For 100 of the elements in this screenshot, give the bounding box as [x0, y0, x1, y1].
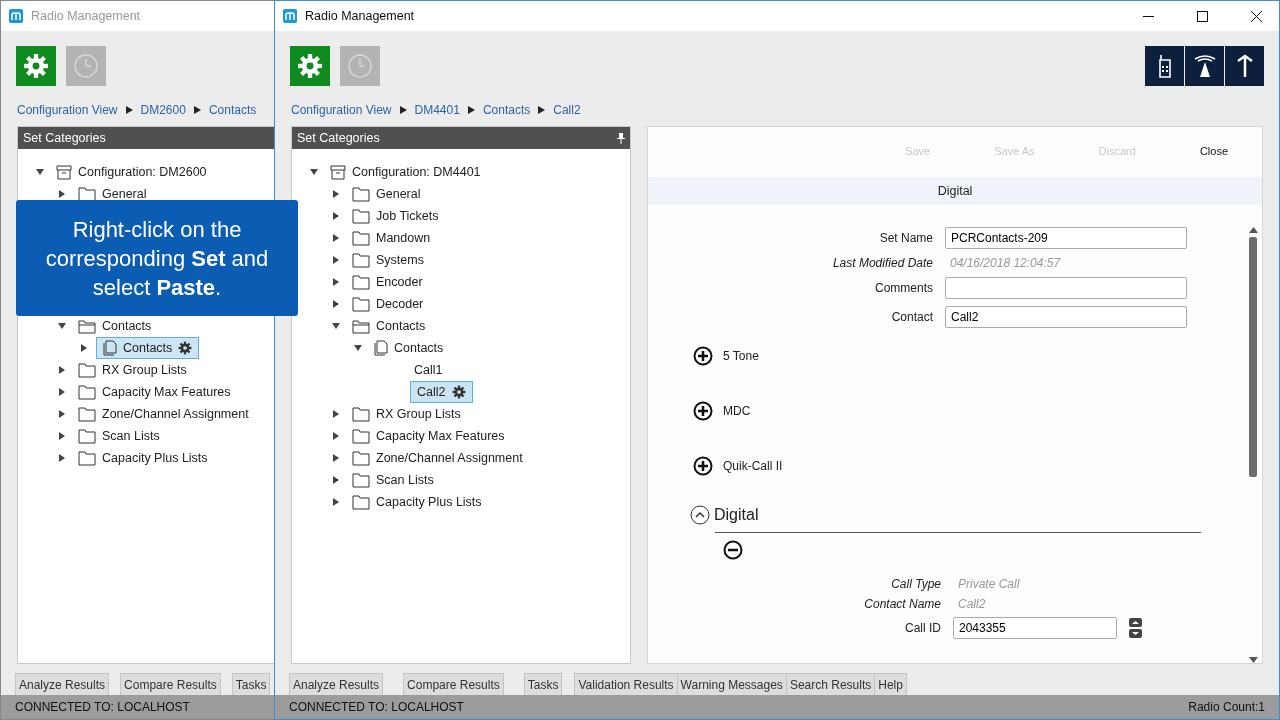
radio-count: Radio Count:1	[1188, 700, 1265, 714]
tower-button[interactable]	[1185, 46, 1224, 86]
expander-icon[interactable]	[58, 366, 66, 374]
expander-icon[interactable]	[58, 322, 66, 330]
collapse-icon[interactable]	[723, 540, 743, 560]
folder-icon	[352, 494, 370, 510]
bottom-tab[interactable]: Search Results	[785, 673, 876, 695]
expander-icon[interactable]	[332, 476, 340, 484]
scroll-up-icon[interactable]	[1248, 227, 1258, 233]
tree-item[interactable]: Capacity Plus Lists	[74, 447, 212, 469]
section-label[interactable]: MDC	[723, 404, 751, 418]
bottom-tab[interactable]: Compare Results	[120, 673, 221, 695]
document-icon	[374, 340, 388, 356]
bottom-tab[interactable]: Compare Results	[403, 673, 504, 695]
breadcrumb-link[interactable]: Configuration View	[17, 102, 118, 117]
tree-item[interactable]: RX Group Lists	[74, 359, 191, 381]
tree-item[interactable]: Call1	[410, 359, 447, 381]
expander-icon[interactable]	[332, 454, 340, 462]
tree-item[interactable]: Configuration: DM4401	[326, 161, 485, 183]
expander-icon[interactable]	[332, 278, 340, 286]
spin-down-icon[interactable]	[1129, 629, 1142, 638]
expander-icon[interactable]	[58, 410, 66, 418]
expand-icon[interactable]	[693, 401, 713, 421]
tree-item[interactable]: Call2	[410, 381, 473, 403]
app-logo-icon	[9, 9, 23, 23]
breadcrumb-link[interactable]: Call2	[553, 102, 581, 117]
breadcrumb-link[interactable]: DM4401	[414, 102, 460, 117]
bottom-tab[interactable]: Analyze Results	[289, 673, 384, 695]
scrollbar[interactable]	[1247, 227, 1259, 663]
section-label[interactable]: Quik-Call II	[723, 459, 783, 473]
bottom-tab[interactable]: Warning Messages	[676, 673, 787, 695]
tree-item[interactable]: Scan Lists	[74, 425, 164, 447]
tree-item[interactable]: Contacts	[96, 337, 200, 359]
expander-icon[interactable]	[332, 410, 340, 418]
field-label: Contact	[890, 310, 933, 324]
expander-icon[interactable]	[58, 388, 66, 396]
bottom-tab[interactable]: Validation Results	[574, 673, 678, 695]
tree-item[interactable]: Capacity Max Features	[348, 425, 509, 447]
tree-item[interactable]: Contacts	[370, 337, 448, 359]
section-label[interactable]: 5 Tone	[723, 349, 759, 363]
text-field[interactable]	[945, 277, 1187, 299]
expander-icon[interactable]	[332, 432, 340, 440]
field-label: Comments	[874, 281, 933, 295]
tree-item[interactable]: Mandown	[348, 227, 435, 249]
antenna-button[interactable]	[1225, 46, 1264, 86]
breadcrumb-link[interactable]: Configuration View	[291, 102, 392, 117]
tree-item[interactable]: Zone/Channel Assignment	[74, 403, 253, 425]
expander-icon[interactable]	[332, 234, 340, 242]
tree-item[interactable]: Configuration: DM2600	[52, 161, 211, 183]
field-label: Call Type	[890, 577, 941, 591]
tree-item[interactable]: RX Group Lists	[348, 403, 465, 425]
breadcrumb-link[interactable]: Contacts	[208, 102, 257, 117]
spin-up-icon[interactable]	[1129, 618, 1142, 627]
expander-icon[interactable]	[58, 432, 66, 440]
bottom-tab[interactable]: Help	[874, 673, 907, 695]
bottom-tab[interactable]: Tasks	[231, 673, 271, 695]
tree-item[interactable]: Capacity Plus Lists	[348, 491, 486, 513]
text-field[interactable]: Call2	[945, 306, 1187, 328]
tree-item[interactable]: Contacts	[348, 315, 430, 337]
bottom-tab[interactable]: Analyze Results	[15, 673, 110, 695]
expander-icon[interactable]	[332, 190, 340, 198]
action-button[interactable]: Close	[1195, 141, 1232, 161]
tree-item[interactable]: Systems	[348, 249, 428, 271]
number-field[interactable]: 2043355	[953, 617, 1117, 639]
text-field[interactable]: PCRContacts-209	[945, 227, 1187, 249]
breadcrumb-link[interactable]: Contacts	[482, 102, 531, 117]
expand-icon[interactable]	[693, 456, 713, 476]
toolbar-button[interactable]	[16, 46, 56, 86]
tree-item[interactable]: Contacts	[74, 315, 156, 337]
expander-icon[interactable]	[354, 344, 362, 352]
expander-icon[interactable]	[332, 300, 340, 308]
expander-icon[interactable]	[58, 190, 66, 198]
connection-status: CONNECTED TO: LOCALHOST	[289, 700, 464, 714]
expander-icon[interactable]	[58, 454, 66, 462]
tree-item[interactable]: Scan Lists	[348, 469, 438, 491]
tree-item[interactable]: Zone/Channel Assignment	[348, 447, 527, 469]
tree-item[interactable]: Capacity Max Features	[74, 381, 235, 403]
toolbar-button[interactable]	[290, 46, 330, 86]
expander-icon[interactable]	[36, 168, 44, 176]
expander-icon[interactable]	[332, 256, 340, 264]
tree-item[interactable]: Decoder	[348, 293, 428, 315]
antenna-icon	[1235, 54, 1254, 78]
tree-item[interactable]: General	[348, 183, 425, 205]
breadcrumb-arrow-icon	[467, 105, 475, 114]
document-icon	[103, 340, 117, 356]
expander-icon[interactable]	[332, 498, 340, 506]
radio-button-tool[interactable]	[1145, 46, 1184, 86]
expander-icon[interactable]	[80, 344, 88, 352]
breadcrumb-link[interactable]: DM2600	[140, 102, 186, 117]
scroll-down-icon[interactable]	[1248, 657, 1258, 663]
bottom-tab[interactable]: Tasks	[523, 673, 563, 695]
folder-icon	[352, 318, 370, 334]
tree-item[interactable]: Job Tickets	[348, 205, 443, 227]
expander-icon[interactable]	[332, 212, 340, 220]
expand-icon[interactable]	[693, 346, 713, 366]
expander-icon[interactable]	[332, 322, 340, 330]
chevron-up-icon[interactable]	[690, 505, 710, 525]
pin-icon[interactable]	[617, 132, 625, 144]
tree-item[interactable]: Encoder	[348, 271, 427, 293]
expander-icon[interactable]	[310, 168, 318, 176]
